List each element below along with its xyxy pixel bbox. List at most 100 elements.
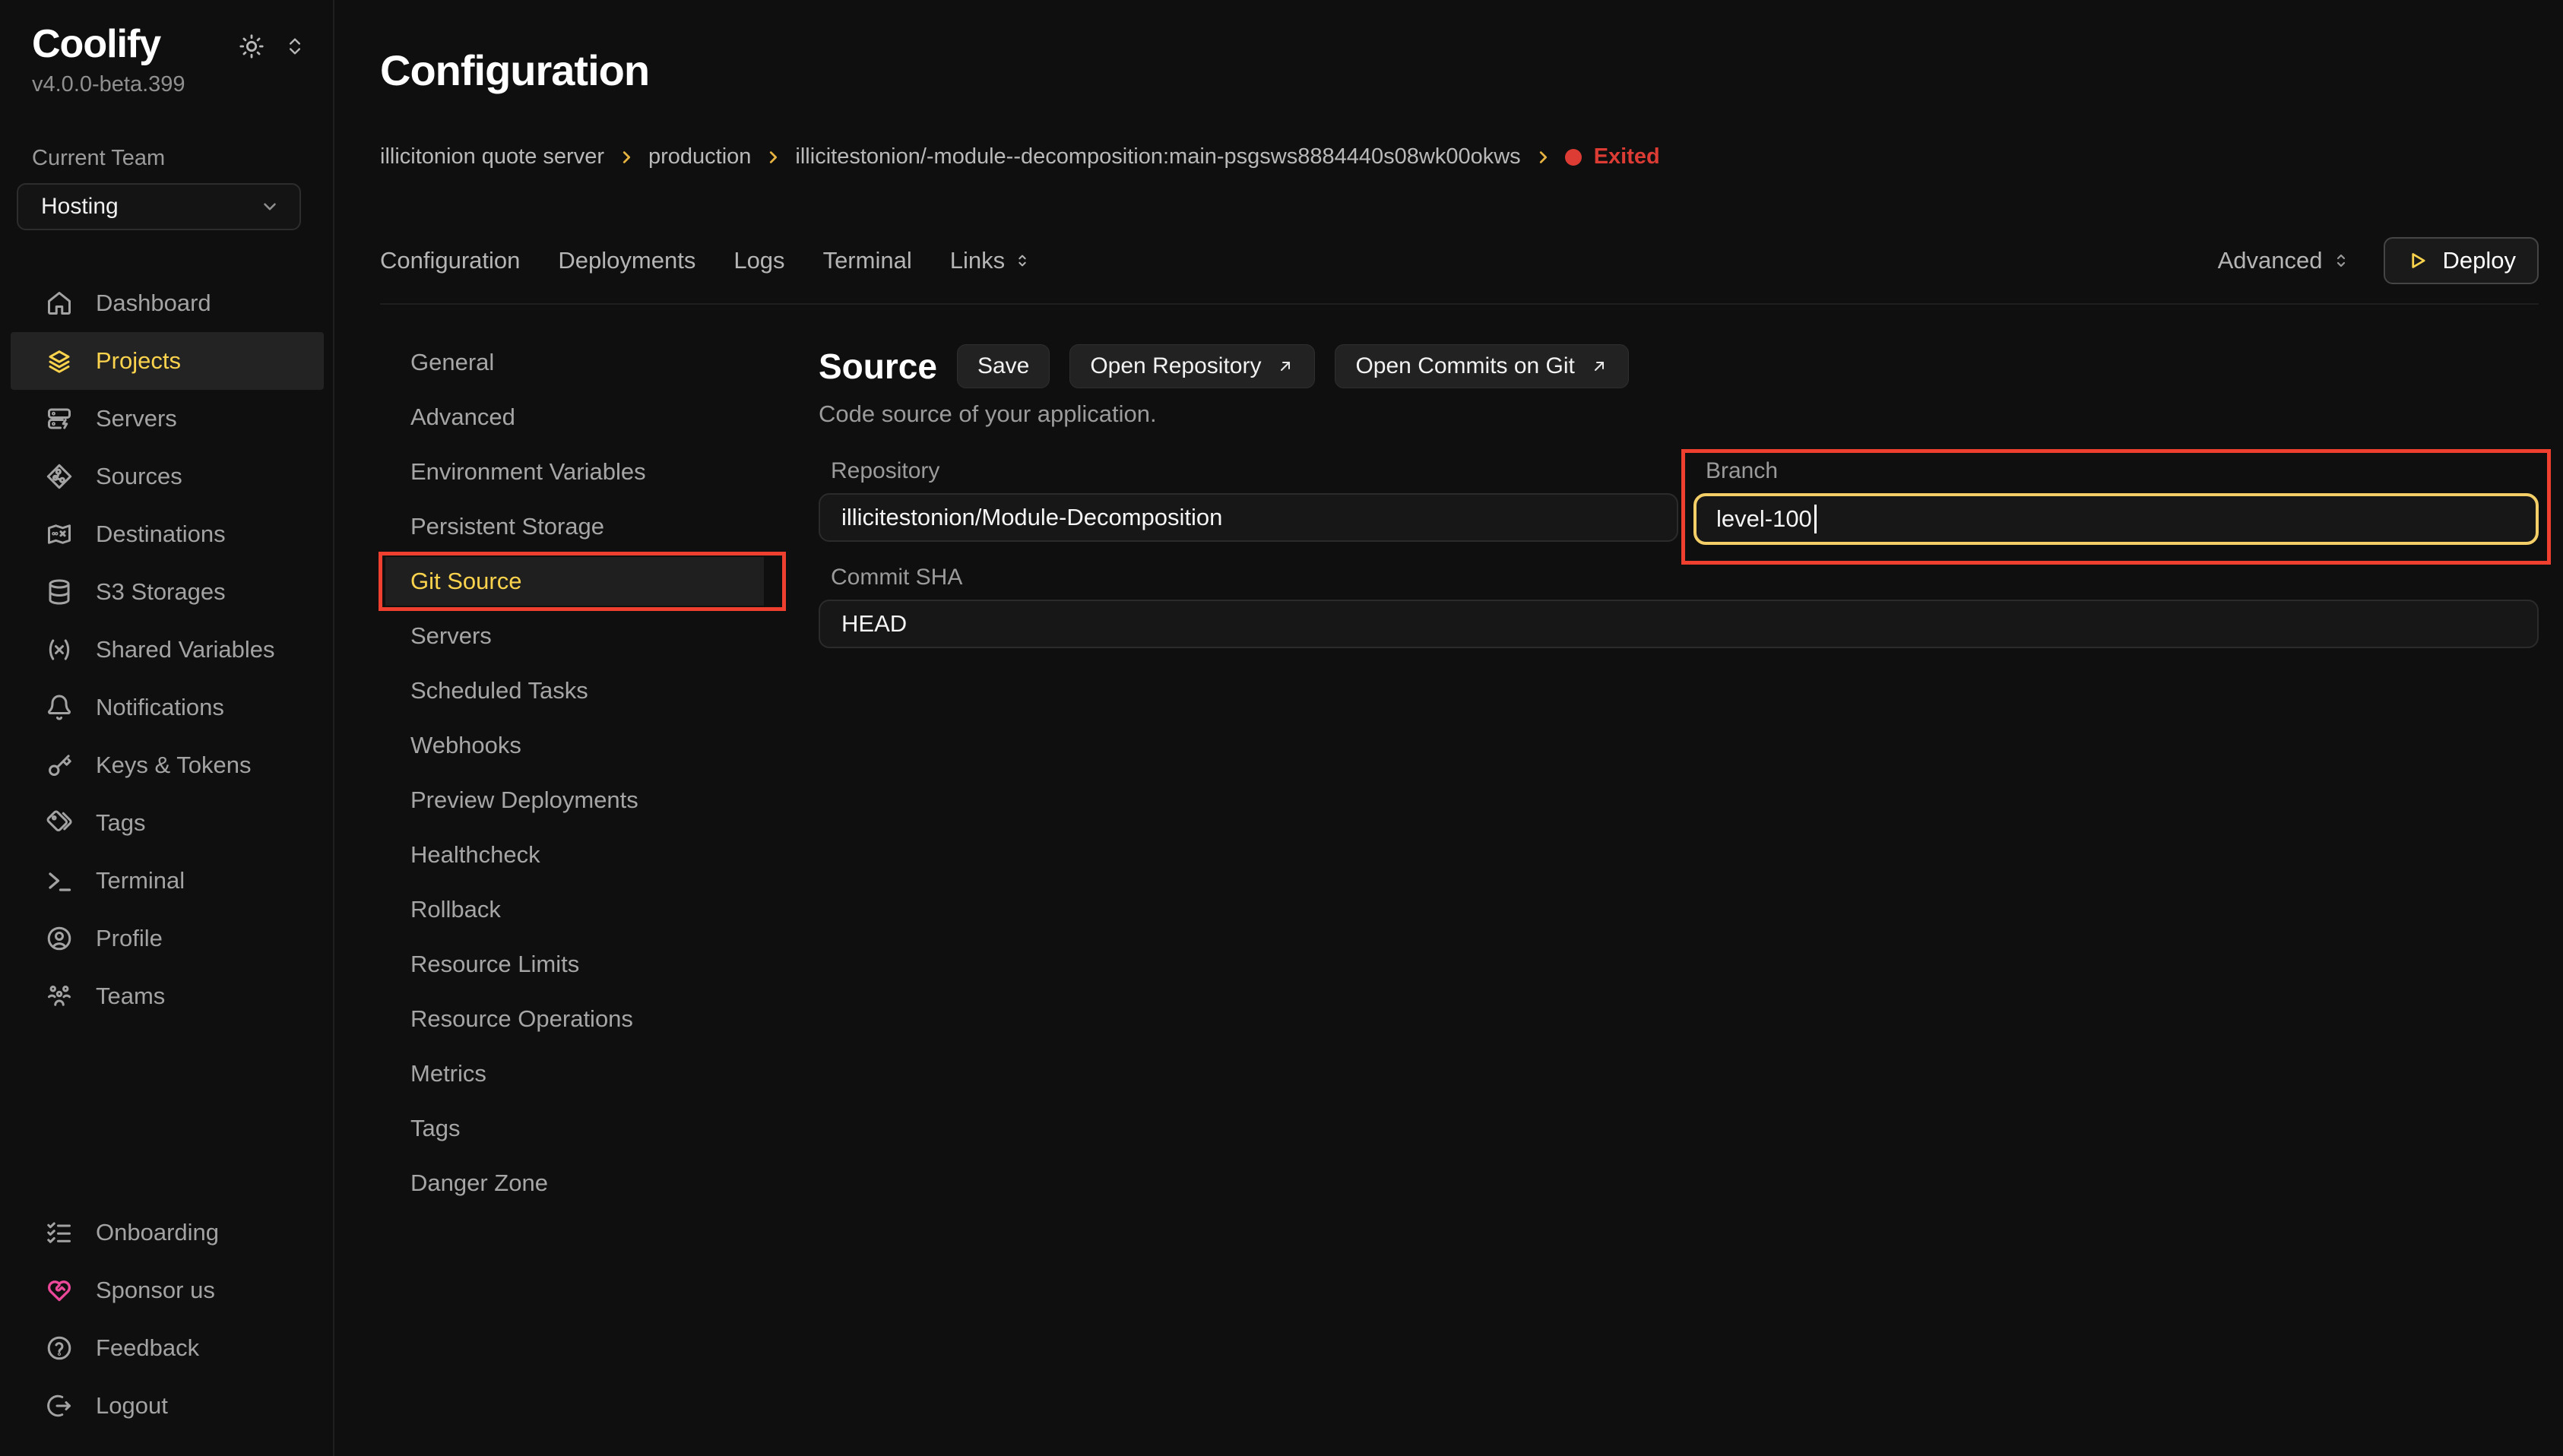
sidebar-item-label: Destinations (96, 521, 226, 548)
configuration-content: General Advanced Environment Variables P… (380, 305, 2539, 1456)
sidebar-item-servers[interactable]: Servers (11, 390, 324, 448)
subnav-item-resource-limits[interactable]: Resource Limits (385, 940, 764, 989)
sidebar-item-destinations[interactable]: Destinations (11, 505, 324, 563)
arrow-up-right-icon (1276, 357, 1294, 375)
subnav-item-general[interactable]: General (385, 338, 764, 387)
subnav-item-persistent-storage[interactable]: Persistent Storage (385, 502, 764, 551)
sidebar-item-label: S3 Storages (96, 578, 226, 606)
subnav-item-danger-zone[interactable]: Danger Zone (385, 1159, 764, 1208)
tag-icon (46, 809, 73, 837)
source-heading: Source (819, 346, 937, 387)
sidebar-item-label: Servers (96, 405, 177, 432)
subnav-item-metrics[interactable]: Metrics (385, 1049, 764, 1098)
deploy-label: Deploy (2443, 247, 2517, 274)
subnav-item-healthcheck[interactable]: Healthcheck (385, 831, 764, 879)
sidebar-footer: Onboarding Sponsor us Feedback Logout (0, 1204, 333, 1435)
save-button[interactable]: Save (957, 344, 1050, 388)
subnav-item-resource-operations[interactable]: Resource Operations (385, 995, 764, 1043)
server-icon (46, 405, 73, 432)
source-fields: Repository Branch level-100 Commit SHA (819, 458, 2539, 648)
sidebar-item-shared-variables[interactable]: Shared Variables (11, 621, 324, 679)
page-title: Configuration (380, 46, 2539, 95)
logout-icon (46, 1392, 73, 1420)
subnav-item-webhooks[interactable]: Webhooks (385, 721, 764, 770)
open-repository-button[interactable]: Open Repository (1069, 344, 1315, 388)
sidebar: Coolify v4.0.0-beta.399 Current Team Hos… (0, 0, 334, 1456)
tabs-row: Configuration Deployments Logs Terminal … (380, 236, 2539, 285)
subnav-item-environment-variables[interactable]: Environment Variables (385, 448, 764, 496)
chevron-right-icon (765, 149, 781, 166)
sidebar-nav: Dashboard Projects Servers Sources Desti… (0, 274, 333, 1025)
arrow-up-right-icon (1590, 357, 1608, 375)
play-icon (2406, 249, 2429, 272)
sidebar-item-s3-storages[interactable]: S3 Storages (11, 563, 324, 621)
sidebar-item-teams[interactable]: Teams (11, 967, 324, 1025)
tab-deployments[interactable]: Deployments (558, 247, 695, 274)
tab-terminal[interactable]: Terminal (823, 247, 912, 274)
tab-configuration[interactable]: Configuration (380, 247, 520, 274)
advanced-label: Advanced (2218, 247, 2323, 274)
commit-sha-input[interactable] (819, 600, 2539, 648)
sidebar-item-label: Notifications (96, 694, 224, 721)
tab-links[interactable]: Links (950, 247, 1031, 274)
sidebar-item-sources[interactable]: Sources (11, 448, 324, 505)
branch-label: Branch (1693, 458, 2539, 484)
tabs: Configuration Deployments Logs Terminal … (380, 247, 1031, 274)
database-icon (46, 578, 73, 606)
subnav-item-advanced[interactable]: Advanced (385, 393, 764, 442)
sidebar-item-label: Tags (96, 809, 145, 837)
sidebar-item-label: Projects (96, 347, 181, 375)
sidebar-item-label: Keys & Tokens (96, 752, 251, 779)
branch-input[interactable]: level-100 (1693, 493, 2539, 545)
subnav-item-rollback[interactable]: Rollback (385, 885, 764, 934)
breadcrumb-environment[interactable]: production (648, 144, 751, 169)
variable-icon (46, 636, 73, 663)
current-team-label: Current Team (0, 146, 333, 171)
sidebar-item-profile[interactable]: Profile (11, 910, 324, 967)
subnav-item-git-source[interactable]: Git Source (385, 557, 764, 606)
sidebar-item-notifications[interactable]: Notifications (11, 679, 324, 736)
layers-icon (46, 347, 73, 375)
commit-sha-field-group: Commit SHA (819, 565, 2539, 648)
open-commits-button[interactable]: Open Commits on Git (1335, 344, 1628, 388)
subnav-item-tags[interactable]: Tags (385, 1104, 764, 1153)
breadcrumb-resource[interactable]: illicitestonion/-module--decomposition:m… (795, 144, 1520, 169)
deploy-button[interactable]: Deploy (2384, 237, 2539, 284)
subnav-item-servers[interactable]: Servers (385, 612, 764, 660)
sidebar-item-keys-tokens[interactable]: Keys & Tokens (11, 736, 324, 794)
sidebar-collapse-chevrons-icon[interactable] (284, 36, 306, 57)
repository-input[interactable] (819, 493, 1678, 542)
sidebar-item-label: Shared Variables (96, 636, 275, 663)
status-badge: Exited (1565, 144, 1660, 169)
subnav-item-scheduled-tasks[interactable]: Scheduled Tasks (385, 666, 764, 715)
sidebar-item-label: Logout (96, 1392, 168, 1420)
sidebar-item-logout[interactable]: Logout (11, 1377, 324, 1435)
advanced-selector[interactable]: Advanced (2218, 247, 2350, 274)
question-icon (46, 1334, 73, 1362)
bell-icon (46, 694, 73, 721)
sidebar-item-sponsor-us[interactable]: Sponsor us (11, 1261, 324, 1319)
breadcrumb-project[interactable]: illicitonion quote server (380, 144, 604, 169)
branch-field-group: Branch level-100 (1693, 458, 2539, 545)
subnav-column: General Advanced Environment Variables P… (380, 305, 819, 1456)
sidebar-item-tags[interactable]: Tags (11, 794, 324, 852)
commit-sha-label: Commit SHA (819, 565, 2539, 590)
tab-logs[interactable]: Logs (733, 247, 784, 274)
subnav-item-preview-deployments[interactable]: Preview Deployments (385, 776, 764, 825)
checklist-icon (46, 1219, 73, 1246)
sidebar-item-projects[interactable]: Projects (11, 332, 324, 390)
key-icon (46, 752, 73, 779)
git-source-panel: Source Save Open Repository Open Commits… (819, 305, 2539, 1456)
sidebar-item-onboarding[interactable]: Onboarding (11, 1204, 324, 1261)
open-repository-label: Open Repository (1090, 353, 1261, 379)
theme-toggle-sun-icon[interactable] (239, 33, 265, 59)
sidebar-item-label: Feedback (96, 1334, 199, 1362)
sidebar-item-terminal[interactable]: Terminal (11, 852, 324, 910)
sidebar-item-dashboard[interactable]: Dashboard (11, 274, 324, 332)
team-select-value: Hosting (41, 194, 119, 220)
app-version: v4.0.0-beta.399 (32, 72, 306, 97)
sidebar-item-label: Terminal (96, 867, 185, 894)
config-subnav: General Advanced Environment Variables P… (380, 305, 764, 1208)
team-select[interactable]: Hosting (17, 183, 301, 230)
sidebar-item-feedback[interactable]: Feedback (11, 1319, 324, 1377)
